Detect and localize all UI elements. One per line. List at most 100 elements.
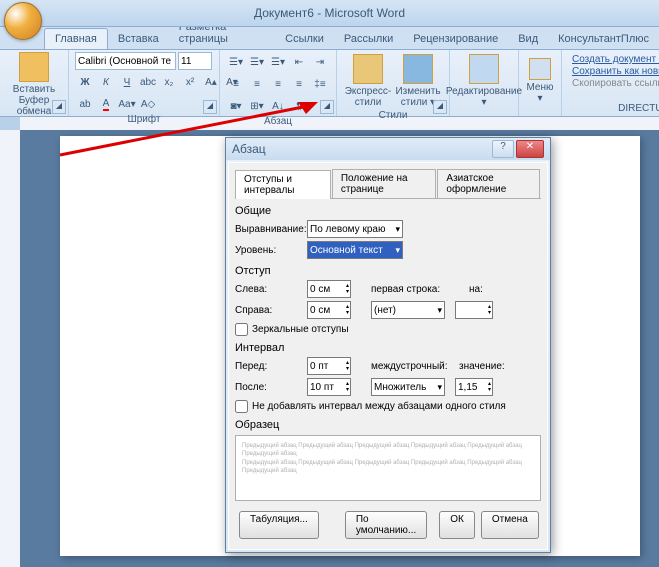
dec-indent-icon[interactable]: ⇤ xyxy=(289,52,309,72)
indent-right-spin[interactable]: 0 см xyxy=(307,301,351,319)
directum-link-save[interactable]: Сохранить как новый документ xyxy=(572,66,659,77)
directum-link-copy[interactable]: Скопировать ссылку в буфер xyxy=(572,78,659,89)
inc-indent-icon[interactable]: ⇥ xyxy=(310,52,330,72)
group-styles: Экспресс-стили Изменить стили ▾ Стили ◢ xyxy=(337,50,450,116)
section-spacing: Интервал xyxy=(235,342,541,354)
cancel-button[interactable]: Отмена xyxy=(481,511,539,539)
express-styles-button[interactable]: Экспресс-стили xyxy=(343,52,393,110)
after-label: После: xyxy=(235,382,307,393)
paragraph-dialog: Абзац ? ✕ Отступы и интервалы Положение … xyxy=(225,137,551,553)
font-color-button[interactable]: A xyxy=(96,94,116,114)
multilevel-icon[interactable]: ☰▾ xyxy=(268,52,288,72)
tab-insert[interactable]: Вставка xyxy=(108,29,169,49)
ok-button[interactable]: ОК xyxy=(439,511,475,539)
ribbon-tabs: Главная Вставка Разметка страницы Ссылки… xyxy=(0,27,659,50)
office-button[interactable] xyxy=(4,2,42,40)
bold-button[interactable]: Ж xyxy=(75,72,95,92)
section-indent: Отступ xyxy=(235,265,541,277)
group-clipboard: Вставить Буфер обмена ◢ xyxy=(0,50,69,116)
editing-button[interactable]: Редактирование ▾ xyxy=(456,52,512,110)
paragraph-launcher-icon[interactable]: ◢ xyxy=(320,100,334,114)
change-case-button[interactable]: Aa▾ xyxy=(117,94,137,114)
express-styles-icon xyxy=(353,54,383,84)
borders-icon[interactable]: ⊞▾ xyxy=(247,96,267,116)
dialog-titlebar[interactable]: Абзац ? ✕ xyxy=(226,138,550,160)
styles-launcher-icon[interactable]: ◢ xyxy=(433,100,447,114)
strike-button[interactable]: abc xyxy=(138,72,158,92)
tab-review[interactable]: Рецензирование xyxy=(403,29,508,49)
shading-icon[interactable]: ◙▾ xyxy=(226,96,246,116)
at-spin[interactable]: 1,15 xyxy=(455,378,493,396)
before-label: Перед: xyxy=(235,361,307,372)
tab-home[interactable]: Главная xyxy=(44,28,108,49)
indent-right-label: Справа: xyxy=(235,305,307,316)
align-center-icon[interactable]: ≡ xyxy=(247,74,267,94)
group-menu: Меню ▾ xyxy=(519,50,562,116)
align-right-icon[interactable]: ≡ xyxy=(268,74,288,94)
level-combo[interactable]: Основной текст xyxy=(307,241,403,259)
highlight-button[interactable]: ab xyxy=(75,94,95,114)
group-font: Ж К Ч abc x₂ x² A▴ A▾ ab A Aa▾ A◇ Шрифт … xyxy=(69,50,220,116)
first-line-combo[interactable]: (нет) xyxy=(371,301,445,319)
directum-link-template[interactable]: Создать документ из шаблона xyxy=(572,54,659,65)
no-add-space-checkbox[interactable] xyxy=(235,400,248,413)
before-spin[interactable]: 0 пт xyxy=(307,357,351,375)
sup-button[interactable]: x² xyxy=(180,72,200,92)
paste-button[interactable]: Вставить xyxy=(6,52,62,95)
menu-button[interactable]: Меню ▾ xyxy=(525,52,555,110)
sort-icon[interactable]: A↓ xyxy=(268,96,288,116)
font-launcher-icon[interactable]: ◢ xyxy=(203,100,217,114)
default-button[interactable]: По умолчанию... xyxy=(345,511,427,539)
title-bar: Документ6 - Microsoft Word xyxy=(0,0,659,27)
section-general: Общие xyxy=(235,205,541,217)
indent-left-spin[interactable]: 0 см xyxy=(307,280,351,298)
dialog-tab-indents[interactable]: Отступы и интервалы xyxy=(235,170,331,199)
line-spacing-combo[interactable]: Множитель xyxy=(371,378,445,396)
dialog-close-button[interactable]: ✕ xyxy=(516,140,544,158)
dialog-tab-asian[interactable]: Азиатское оформление xyxy=(437,169,540,198)
no-add-space-label: Не добавлять интервал между абзацами одн… xyxy=(252,401,506,412)
justify-icon[interactable]: ≡ xyxy=(289,74,309,94)
dialog-tab-position[interactable]: Положение на странице xyxy=(332,169,437,198)
first-line-by-spin[interactable] xyxy=(455,301,493,319)
font-size-select[interactable] xyxy=(178,52,212,70)
align-combo[interactable]: По левому краю xyxy=(307,220,403,238)
italic-button[interactable]: К xyxy=(96,72,116,92)
sample-preview: Предыдущий абзац Предыдущий абзац Предыд… xyxy=(235,435,541,501)
find-icon xyxy=(469,54,499,84)
underline-button[interactable]: Ч xyxy=(117,72,137,92)
window-title: Документ6 - Microsoft Word xyxy=(254,6,405,20)
grow-font-icon[interactable]: A▴ xyxy=(201,72,221,92)
tabs-button[interactable]: Табуляция... xyxy=(239,511,319,539)
mirror-indent-checkbox[interactable] xyxy=(235,323,248,336)
indent-left-label: Слева: xyxy=(235,284,307,295)
at-label: значение: xyxy=(459,361,505,372)
dialog-help-button[interactable]: ? xyxy=(492,140,514,158)
after-spin[interactable]: 10 пт xyxy=(307,378,351,396)
section-sample: Образец xyxy=(235,419,541,431)
font-family-select[interactable] xyxy=(75,52,176,70)
group-directum: Создать документ из шаблона Сохранить ка… xyxy=(562,50,659,116)
line-spacing-label: междустрочный: xyxy=(371,361,449,372)
tab-references[interactable]: Ссылки xyxy=(275,29,334,49)
tab-mailings[interactable]: Рассылки xyxy=(334,29,403,49)
align-left-icon[interactable]: ≡ xyxy=(226,74,246,94)
mirror-indent-label: Зеркальные отступы xyxy=(252,324,349,335)
ribbon: Вставить Буфер обмена ◢ Ж К Ч abc x₂ x² … xyxy=(0,50,659,117)
clipboard-launcher-icon[interactable]: ◢ xyxy=(52,100,66,114)
bullets-icon[interactable]: ☰▾ xyxy=(226,52,246,72)
clear-format-button[interactable]: A◇ xyxy=(138,94,158,114)
line-spacing-icon[interactable]: ‡≡ xyxy=(310,74,330,94)
numbering-icon[interactable]: ☰▾ xyxy=(247,52,267,72)
show-marks-icon[interactable]: ¶ xyxy=(289,96,309,116)
first-line-label: первая строка: xyxy=(371,284,449,295)
change-styles-icon xyxy=(403,54,433,84)
vertical-ruler[interactable] xyxy=(0,130,21,567)
dialog-tabs: Отступы и интервалы Положение на страниц… xyxy=(235,169,541,199)
sub-button[interactable]: x₂ xyxy=(159,72,179,92)
by-label: на: xyxy=(469,284,499,295)
group-editing: Редактирование ▾ xyxy=(450,50,519,116)
tab-view[interactable]: Вид xyxy=(508,29,548,49)
tab-consultant[interactable]: КонсультантПлюс xyxy=(548,29,659,49)
align-label: Выравнивание: xyxy=(235,224,307,235)
